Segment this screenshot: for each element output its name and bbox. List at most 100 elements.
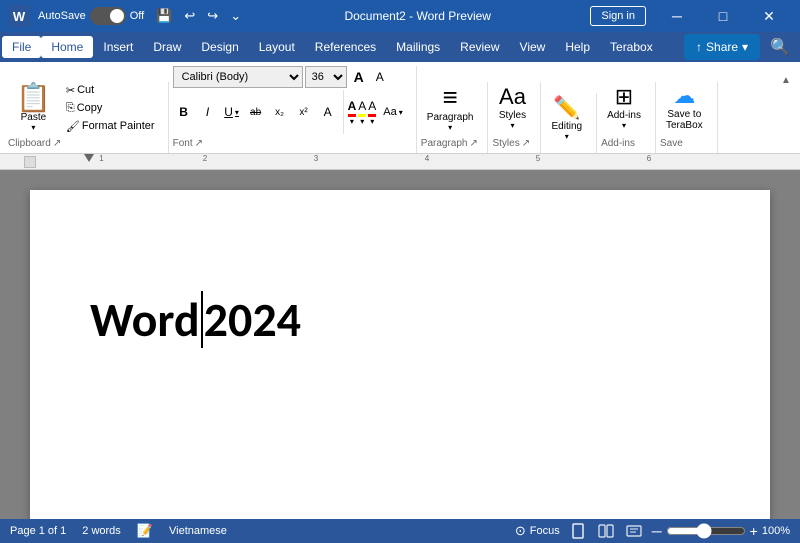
text-color-dropdown[interactable]: ▾ [370,117,374,126]
menu-draw[interactable]: Draw [143,36,191,58]
share-dropdown-arrow[interactable]: ▾ [742,40,748,54]
italic-button[interactable]: I [197,101,219,123]
document-content[interactable]: Word 2024 [90,230,710,349]
zoom-in-button[interactable]: + [750,523,758,539]
menu-home[interactable]: Home [41,36,93,58]
close-button[interactable]: ✕ [746,0,792,32]
strikethrough-button[interactable]: ab [245,101,267,123]
maximize-button[interactable]: □ [700,0,746,32]
quick-access-toolbar: 💾 ↩ ↪ ⌄ [152,6,245,26]
menu-file[interactable]: File [2,36,41,58]
addins-button[interactable]: ⊞ Add-ins ▾ [601,82,647,134]
save-terabox-label: Save toTeraBox [666,109,703,131]
focus-icon: ⊙ [515,523,526,539]
word-icon: W [8,5,30,27]
highlight-btn[interactable]: A ▾ [358,99,366,126]
menu-layout[interactable]: Layout [249,36,305,58]
clear-format-button[interactable]: A [317,101,339,123]
case-dropdown[interactable]: ▾ [399,108,403,117]
styles-button[interactable]: Aa Styles ▾ [492,82,532,134]
text-before-cursor: Word [90,290,200,349]
addins-dropdown[interactable]: ▾ [622,121,626,130]
customize-btn[interactable]: ⌄ [226,6,245,26]
page-info[interactable]: Page 1 of 1 [10,525,66,537]
menu-design[interactable]: Design [191,36,248,58]
undo-btn[interactable]: ↩ [180,6,199,26]
focus-label: Focus [530,525,560,537]
ruler-content: 1 2 3 4 5 6 [40,154,780,169]
menu-references[interactable]: References [305,36,386,58]
menu-mailings[interactable]: Mailings [386,36,450,58]
ribbon-addins-group: ⊞ Add-ins ▾ Add-ins [597,82,656,153]
share-label: Share [706,40,738,54]
font-color-btn[interactable]: A ▾ [348,99,357,126]
font-color-dropdown[interactable]: ▾ [350,117,354,126]
editing-button[interactable]: ✏️ Editing ▾ [545,93,588,145]
paragraph-button[interactable]: ≡ Paragraph ▾ [421,82,480,134]
menu-insert[interactable]: Insert [93,36,143,58]
share-icon: ↑ [696,40,702,54]
underline-dropdown[interactable]: ▾ [235,108,239,117]
proofing-icon: 📝 [137,523,153,539]
zoom-out-button[interactable]: ─ [652,523,662,539]
save-quick-btn[interactable]: 💾 [152,6,176,26]
format-painter-button[interactable]: 🖌 Format Painter [61,118,160,135]
menu-view[interactable]: View [510,36,556,58]
focus-item[interactable]: ⊙ Focus [515,523,560,539]
change-case-button[interactable]: Aa ▾ [378,101,407,123]
clipboard-row: 📋 Paste ▾ ✂ Cut ⎘ Copy 🖌 Format Painter [8,82,160,134]
editing-label: Editing [551,121,582,132]
status-bar: Page 1 of 1 2 words 📝 Vietnamese ⊙ Focus… [0,519,800,543]
font-size-select[interactable]: 36 [305,66,347,88]
highlight-dropdown[interactable]: ▾ [360,117,364,126]
menu-help[interactable]: Help [555,36,600,58]
word-count[interactable]: 2 words [82,525,121,537]
styles-dropdown[interactable]: ▾ [510,121,514,130]
ruler: 1 2 3 4 5 6 [0,154,800,170]
person-search-button[interactable]: 🔍 [766,37,794,57]
superscript-button[interactable]: x² [293,101,315,123]
proofing-icon-item[interactable]: 📝 [137,523,153,539]
menu-review[interactable]: Review [450,36,509,58]
shrink-font-button[interactable]: A [371,66,389,88]
paste-button[interactable]: 📋 Paste ▾ [8,82,59,134]
bold-button[interactable]: B [173,101,195,123]
copy-button[interactable]: ⎘ Copy [61,100,160,117]
save-terabox-button[interactable]: ☁ Save toTeraBox [660,82,709,134]
redo-btn[interactable]: ↪ [203,6,222,26]
view-single-page[interactable] [568,521,588,541]
font-family-select[interactable]: Calibri (Body) [173,66,303,88]
styles-expand-icon[interactable]: ↗ [522,138,530,149]
minimize-button[interactable]: ─ [654,0,700,32]
document-page[interactable]: Word 2024 [30,190,770,519]
zoom-percent[interactable]: 100% [762,525,790,537]
view-multi-page[interactable] [596,521,616,541]
zoom-slider[interactable] [666,524,746,538]
subscript-button[interactable]: x₂ [269,101,291,123]
autosave-toggle[interactable] [90,7,126,25]
font-expand-icon[interactable]: ↗ [195,138,203,149]
addins-label: Add-ins [607,110,641,121]
share-button[interactable]: ↑ Share ▾ [684,34,760,60]
ruler-toggle[interactable] [24,156,36,168]
paragraph-icon: ≡ [443,84,458,110]
styles-icon: Aa [499,86,526,108]
paragraph-expand-icon[interactable]: ↗ [469,138,477,149]
cut-button[interactable]: ✂ Cut [61,82,160,99]
menu-terabox[interactable]: Terabox [600,36,663,58]
grow-font-button[interactable]: A [349,66,369,88]
indent-marker[interactable] [84,154,94,162]
signin-button[interactable]: Sign in [590,6,646,26]
text-color-btn[interactable]: A ▾ [368,99,376,126]
view-web[interactable] [624,521,644,541]
underline-button[interactable]: U ▾ [221,101,243,123]
paste-dropdown[interactable]: ▾ [31,123,35,132]
paragraph-dropdown[interactable]: ▾ [448,123,452,132]
autosave-label: AutoSave [38,10,86,22]
editing-dropdown[interactable]: ▾ [565,132,569,141]
autosave-state: Off [130,10,144,22]
language-item[interactable]: Vietnamese [169,525,227,537]
clipboard-expand-icon[interactable]: ↗ [53,138,61,149]
collapse-ribbon-button[interactable]: ▲ [776,70,796,90]
ribbon-styles-group: Aa Styles ▾ Styles ↗ [488,82,541,153]
